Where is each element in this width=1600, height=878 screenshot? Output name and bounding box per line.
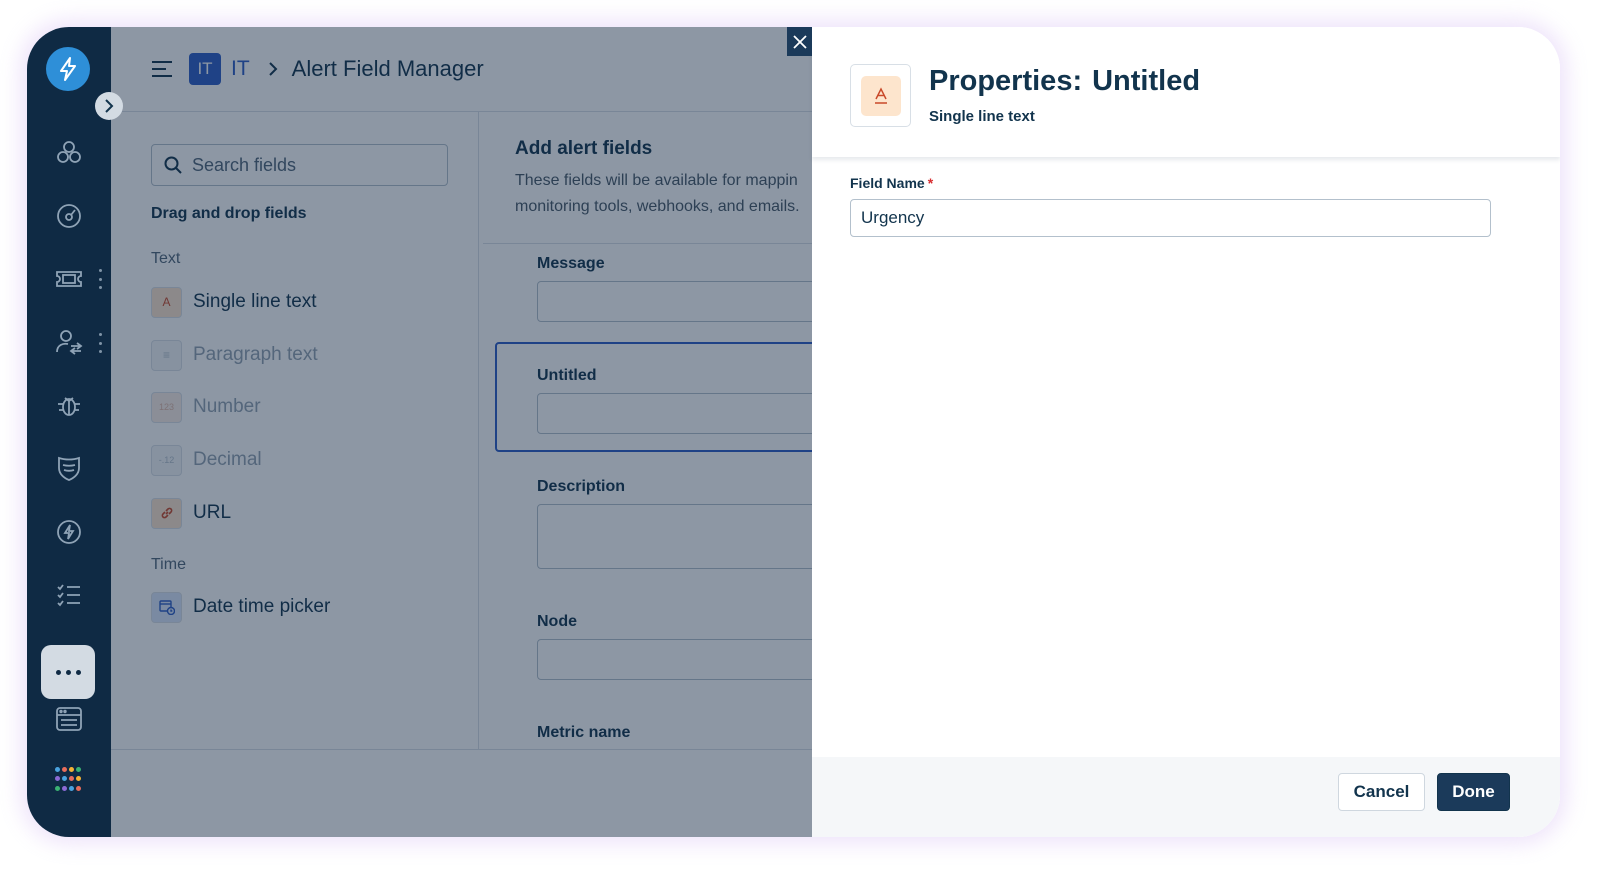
required-marker: * <box>927 175 934 191</box>
window-icon[interactable] <box>49 699 89 739</box>
gauge-icon[interactable] <box>49 196 89 236</box>
drawer-subtitle: Single line text <box>929 108 1035 125</box>
ticket-icon[interactable] <box>49 259 89 299</box>
field-name-label: Field Name * <box>850 175 934 191</box>
drawer-title: Properties: Untitled <box>929 65 1201 97</box>
field-type-icon-box <box>850 64 911 127</box>
app-window: IT IT Alert Field Manager Search fields … <box>27 27 1560 837</box>
done-button[interactable]: Done <box>1437 773 1510 811</box>
cancel-button[interactable]: Cancel <box>1338 773 1425 811</box>
shield-icon[interactable] <box>49 448 89 488</box>
text-a-icon <box>860 75 901 116</box>
bolt-logo-icon[interactable] <box>46 47 90 91</box>
bug-icon[interactable] <box>49 385 89 425</box>
close-drawer-button[interactable] <box>787 27 812 56</box>
field-name-input[interactable] <box>850 199 1491 237</box>
drawer-footer: Cancel Done <box>812 757 1560 837</box>
user-swap-icon[interactable] <box>49 322 89 362</box>
more-icon[interactable] <box>41 645 95 699</box>
apps-grid-icon[interactable] <box>55 767 81 793</box>
bolt-circle-icon[interactable] <box>49 512 89 552</box>
checklist-icon[interactable] <box>49 575 89 615</box>
sidebar <box>27 27 111 837</box>
circles-icon[interactable] <box>49 133 89 173</box>
modal-overlay[interactable] <box>111 27 812 837</box>
sidebar-expand-button[interactable] <box>95 92 123 120</box>
user-menu-kebab[interactable] <box>97 333 103 353</box>
ticket-menu-kebab[interactable] <box>97 269 103 289</box>
properties-drawer: Properties: Untitled Single line text Fie… <box>812 27 1560 837</box>
drawer-header: Properties: Untitled Single line text <box>812 27 1560 157</box>
